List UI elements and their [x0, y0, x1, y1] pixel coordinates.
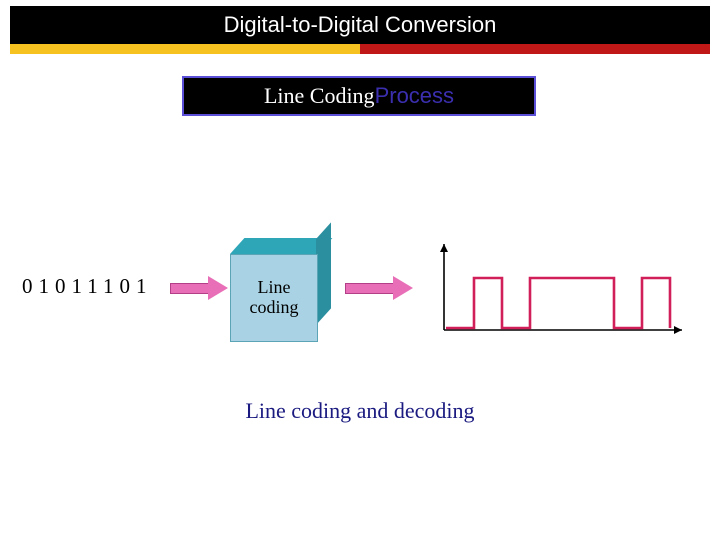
page-title-bar: Digital-to-Digital Conversion [10, 6, 710, 44]
subtitle-box: Line Coding Process [182, 76, 536, 116]
y-axis-arrow-icon [440, 244, 448, 252]
page-title: Digital-to-Digital Conversion [224, 12, 497, 38]
arrow-icon [345, 278, 415, 296]
block-front: Line coding [230, 254, 318, 342]
block-label: Line coding [231, 278, 317, 318]
signal-waveform [446, 278, 670, 328]
arrow-head-icon [208, 276, 228, 300]
input-bits: 01011101 [22, 274, 152, 299]
subtitle-part1: Line Coding [264, 83, 375, 109]
output-signal-plot [432, 238, 688, 338]
subtitle-part2: Process [375, 83, 454, 109]
block-side [316, 222, 331, 325]
accent-stripe [10, 44, 710, 54]
diagram-caption: Line coding and decoding [0, 398, 720, 424]
stripe-red [360, 44, 710, 54]
arrow-icon [170, 278, 228, 296]
x-axis-arrow-icon [674, 326, 682, 334]
stripe-yellow [10, 44, 360, 54]
arrow-shaft [345, 283, 395, 294]
arrow-head-icon [393, 276, 413, 300]
line-coding-diagram: 01011101 Line coding [0, 220, 720, 360]
arrow-shaft [170, 283, 210, 294]
